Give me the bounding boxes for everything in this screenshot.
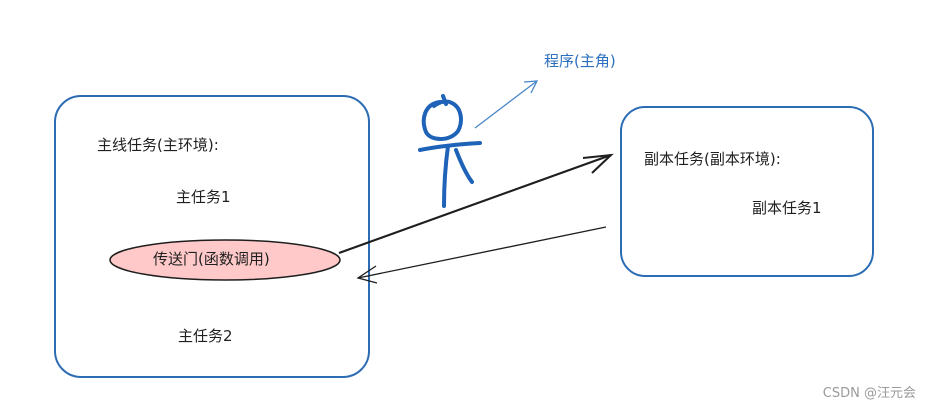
diagram-canvas: 程序(主角) 主线任务(主环境): 主任务1 传送门(函数调用) 主任务2 副本… xyxy=(0,0,930,411)
side-environment-box xyxy=(620,106,874,277)
main-task-1: 主任务1 xyxy=(176,188,231,206)
stick-figure-icon xyxy=(418,94,482,208)
watermark: CSDN @汪元会 xyxy=(822,386,916,401)
main-task-2: 主任务2 xyxy=(178,327,233,345)
side-box-title: 副本任务(副本环境): xyxy=(644,150,781,168)
return-arrow xyxy=(356,226,607,284)
main-box-title: 主线任务(主环境): xyxy=(97,136,219,154)
label-pointer-arrow xyxy=(474,80,539,129)
protagonist-label: 程序(主角) xyxy=(544,52,616,70)
portal-label: 传送门(函数调用) xyxy=(153,250,270,268)
side-task-1: 副本任务1 xyxy=(752,199,822,217)
call-arrow xyxy=(338,153,614,255)
